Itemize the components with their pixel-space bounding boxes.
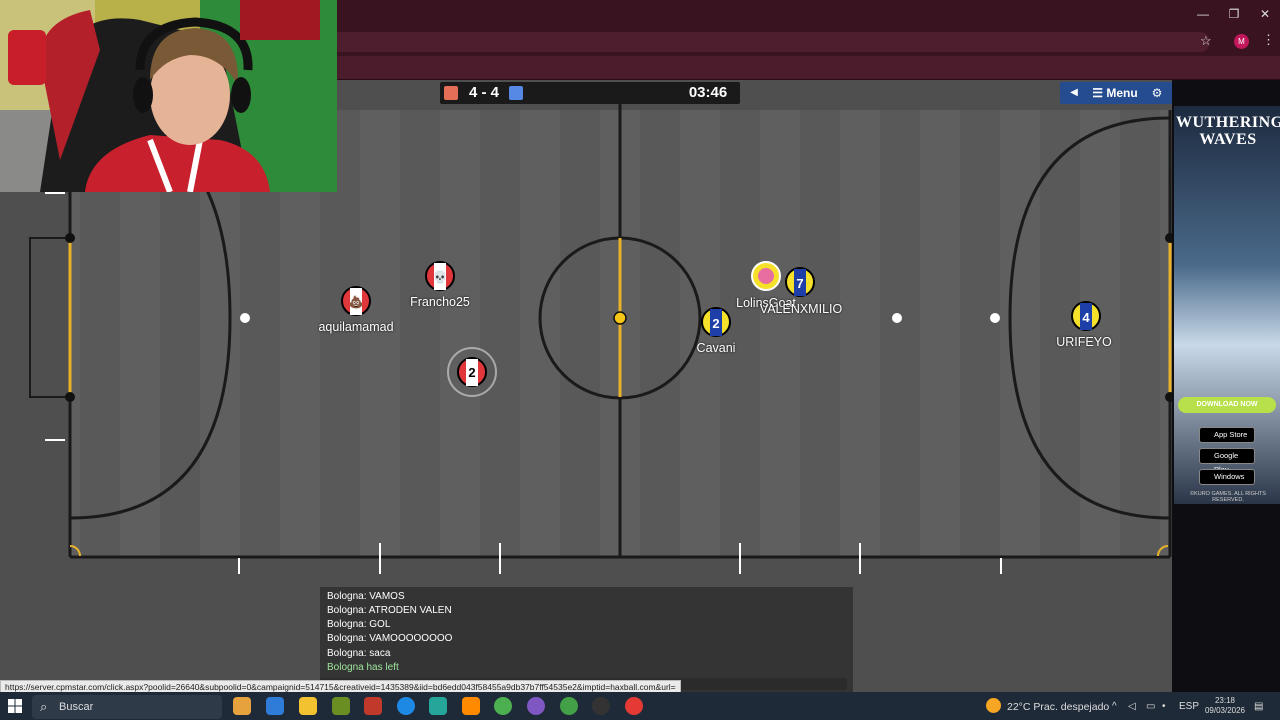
chrome-icon[interactable] [494, 697, 512, 715]
windows-store-badge[interactable]: Windows [1199, 469, 1255, 485]
google-play-badge[interactable]: Google Play [1199, 448, 1255, 474]
chat-message: Bologna: GOL [327, 619, 391, 630]
right-second-spot [990, 313, 1000, 323]
taskbar-search-placeholder: Buscar [59, 701, 94, 713]
weather-icon[interactable] [986, 698, 1001, 713]
edge-browser-icon[interactable] [397, 697, 415, 715]
notifications-icon[interactable]: ▤ [1254, 701, 1263, 712]
app-store-badge[interactable]: App Store [1199, 427, 1255, 443]
settings-gear-icon[interactable]: ⚙ [1148, 84, 1166, 102]
left-goalpost-top [65, 233, 75, 243]
more-options-icon[interactable]: ⋮ [1262, 32, 1275, 48]
player-name: VALENXMILIO [759, 302, 843, 316]
chat-message: Bologna: VAMOOOOOOOO [327, 633, 453, 644]
ad-banner[interactable] [1174, 106, 1280, 504]
profile-avatar-icon[interactable]: M [1234, 34, 1249, 49]
copilot-icon[interactable] [233, 697, 251, 715]
player-name: Francho25 [410, 295, 470, 309]
player-name: URIFEYO [1056, 335, 1112, 349]
address-bar[interactable] [330, 32, 1210, 52]
restore-icon[interactable]: ❐ [1219, 5, 1249, 23]
app-icon[interactable] [429, 697, 447, 715]
clock-time: 23:18 [1214, 696, 1236, 705]
player-red-2: 💀 [425, 261, 455, 291]
match-timer: 03:46 [688, 84, 728, 101]
speaker-icon[interactable]: ◁ [1128, 701, 1136, 712]
player-avatar: 💀 [433, 270, 448, 284]
back-arrow-icon[interactable]: ◀ [1064, 85, 1084, 101]
score: 4 - 4 [468, 84, 499, 101]
player-blue-3: 2 [701, 307, 731, 337]
menu-button[interactable]: ☰ Menu [1090, 84, 1140, 102]
language-indicator[interactable]: ESP [1179, 701, 1199, 712]
obs-icon[interactable] [527, 697, 545, 715]
screen: — ❐ ✕ ☆ M ⋮ 💩 💀 2 7 2 4 aquilamamad Fran… [0, 0, 1280, 720]
edge-icon[interactable] [266, 697, 284, 715]
right-penalty-spot [892, 313, 902, 323]
red-team-indicator [444, 86, 458, 100]
player-avatar: 2 [468, 365, 475, 380]
chat-system-message: Bologna has left [327, 662, 399, 673]
chat-message: Bologna: ATRODEN VALEN [327, 605, 452, 616]
clock[interactable]: 23:18 09/03/2026 [1200, 696, 1250, 716]
player-blue-4: 4 [1071, 301, 1101, 331]
microphone-icon[interactable]: • [1162, 701, 1166, 712]
weather-text[interactable]: 22°C Prac. despejado [1007, 701, 1109, 713]
player-avatar: 4 [1082, 310, 1090, 325]
windows-start-icon[interactable] [8, 699, 22, 713]
ad-title: WUTHERING WAVES [1176, 114, 1280, 148]
minimize-icon[interactable]: — [1188, 5, 1218, 23]
webcam-overlay [0, 0, 337, 192]
ad-download-button[interactable]: DOWNLOAD NOW [1178, 397, 1276, 413]
player-red-1: 💩 [341, 286, 371, 316]
player-avatar: 💩 [349, 295, 364, 309]
player-blue-2: 7 [785, 267, 815, 297]
chat-message: Bologna: VAMOS [327, 591, 405, 602]
app-icon[interactable] [364, 697, 382, 715]
tray-chevron-icon[interactable]: ^ [1112, 701, 1117, 712]
file-explorer-icon[interactable] [299, 697, 317, 715]
chrome-profile-icon[interactable] [560, 697, 578, 715]
ad-copyright: ©KURO GAMES. ALL RIGHTS RESERVED. [1190, 491, 1266, 503]
player-blue-1 [751, 261, 781, 291]
left-penalty-spot [240, 313, 250, 323]
ball [613, 311, 627, 325]
chrome-active-icon[interactable] [625, 697, 643, 715]
player-avatar: 7 [796, 276, 803, 291]
vlc-icon[interactable] [462, 697, 480, 715]
player-name: Cavani [696, 341, 736, 355]
player-avatar: 2 [712, 316, 719, 331]
search-icon: ⌕ [40, 699, 48, 714]
left-goalpost-bottom [65, 392, 75, 402]
clock-date: 09/03/2026 [1204, 706, 1246, 715]
minecraft-icon[interactable] [332, 697, 350, 715]
chat-message: Bologna: saca [327, 648, 391, 659]
close-icon[interactable]: ✕ [1250, 5, 1280, 23]
player-name: aquilamamad [318, 320, 394, 334]
network-icon[interactable]: ▭ [1146, 701, 1155, 712]
bookmark-star-icon[interactable]: ☆ [1200, 33, 1212, 49]
blue-team-indicator [509, 86, 523, 100]
app-icon[interactable] [592, 697, 610, 715]
